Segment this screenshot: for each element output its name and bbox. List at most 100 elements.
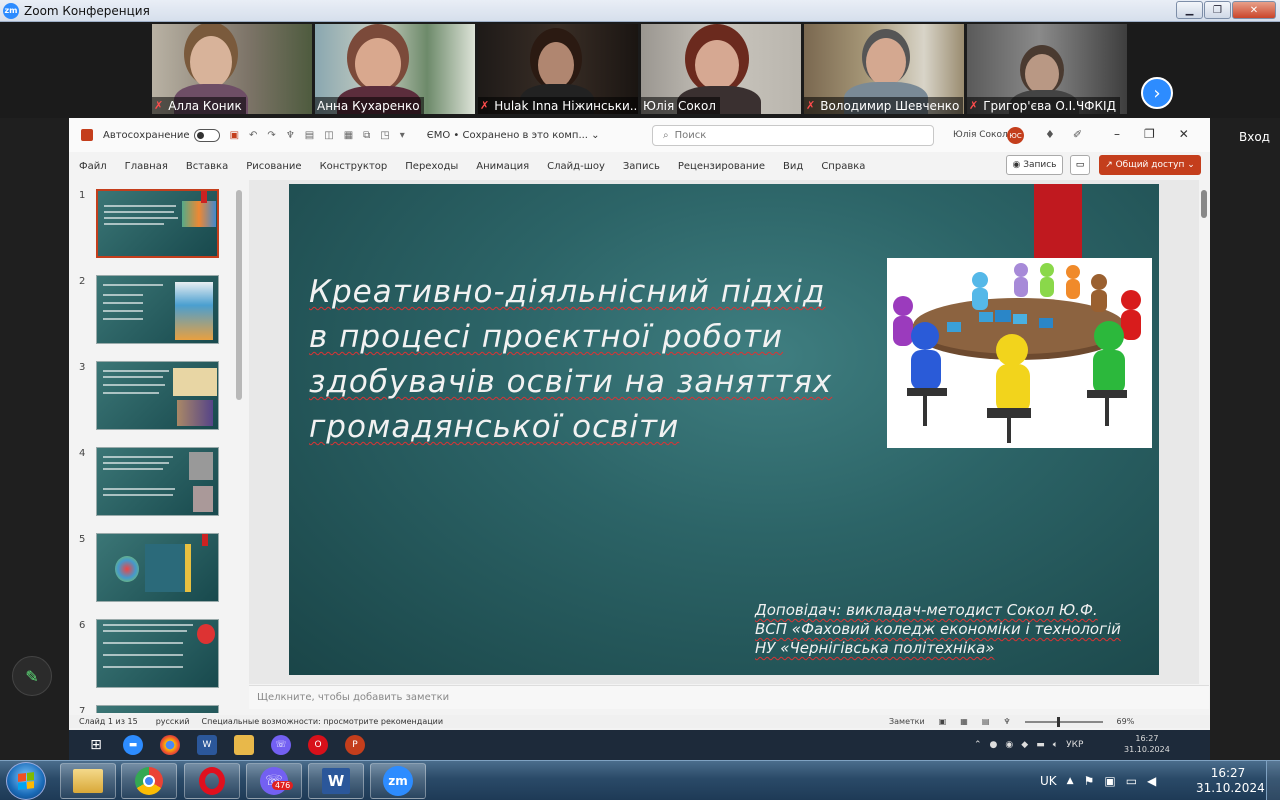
next-page-arrow-icon[interactable]: › xyxy=(1141,77,1173,109)
search-input[interactable]: ⌕ Поиск xyxy=(652,125,934,146)
close-button[interactable]: ✕ xyxy=(1232,1,1276,19)
taskbar-chrome[interactable] xyxy=(121,763,177,799)
viber-icon[interactable]: ☏ xyxy=(271,735,291,755)
tray-chevron-icon[interactable]: ⌃ xyxy=(974,740,982,750)
ppt-minimize-button[interactable]: – xyxy=(1114,127,1120,141)
sorter-view-icon[interactable]: ▦ xyxy=(960,717,968,726)
slide-scrollbar[interactable] xyxy=(1199,180,1209,670)
powerpoint-taskbar-icon[interactable]: P xyxy=(345,735,365,755)
current-slide[interactable]: Креативно-діяльнісний підхід в процесі п… xyxy=(289,184,1159,675)
taskbar-viber[interactable]: ☏ 476 xyxy=(246,763,302,799)
language-indicator[interactable]: UK xyxy=(1040,774,1057,788)
notes-toggle-button[interactable]: Заметки xyxy=(889,717,925,726)
tray-app-icon[interactable]: ▣ xyxy=(1104,774,1115,788)
tab-file[interactable]: Файл xyxy=(79,161,107,172)
share-button[interactable]: ↗ Общий доступ ⌄ xyxy=(1099,155,1201,175)
taskbar-explorer[interactable] xyxy=(60,763,116,799)
zoom-app-icon[interactable]: ▬ xyxy=(123,735,143,755)
clock[interactable]: 16:27 31.10.2024 xyxy=(1196,766,1265,796)
tray-wifi-icon[interactable]: ▬ xyxy=(1036,740,1045,750)
tray-mic-icon[interactable]: ● xyxy=(990,740,998,750)
participant-tile[interactable]: ✗ Hulak Inna Ніжинськи... xyxy=(478,24,638,114)
tab-animations[interactable]: Анимация xyxy=(476,161,529,172)
tray-app-icon[interactable]: ◉ xyxy=(1005,740,1013,750)
start-button[interactable] xyxy=(6,762,46,800)
explorer-icon[interactable] xyxy=(234,735,254,755)
tray-expand-icon[interactable]: ▲ xyxy=(1067,776,1074,786)
avatar[interactable]: ЮС xyxy=(1007,127,1024,144)
accessibility-status[interactable]: Специальные возможности: просмотрите рек… xyxy=(202,717,444,726)
slide-footer-text[interactable]: Доповідач: викладач-методист Сокол Ю.Ф. … xyxy=(755,601,1121,658)
tray-shield-icon[interactable]: ◆ xyxy=(1021,740,1028,750)
ppt-close-button[interactable]: ✕ xyxy=(1179,127,1189,141)
slideshow-view-icon[interactable]: ♆ xyxy=(1003,717,1010,726)
participant-tile[interactable]: Юлія Сокол xyxy=(641,24,801,114)
undo-icon[interactable]: ↶ xyxy=(249,130,257,141)
slide-thumbnail[interactable] xyxy=(96,619,219,688)
tab-slideshow[interactable]: Слайд-шоу xyxy=(547,161,605,172)
tab-insert[interactable]: Вставка xyxy=(186,161,228,172)
document-name[interactable]: ЄМО • Сохранено в это комп... ⌄ xyxy=(427,130,600,141)
comments-button[interactable]: ▭ xyxy=(1070,155,1090,175)
slide-thumbnail[interactable] xyxy=(96,533,219,602)
autosave-toggle[interactable] xyxy=(193,128,220,142)
format-icon[interactable]: ♆ xyxy=(286,130,295,141)
copy-icon[interactable]: ⧉ xyxy=(363,130,370,141)
thumbnails-scrollbar[interactable] xyxy=(236,182,243,706)
tab-record[interactable]: Запись xyxy=(623,161,660,172)
word-icon[interactable]: W xyxy=(197,735,217,755)
round-table-image[interactable] xyxy=(887,258,1152,448)
notes-input[interactable]: Щелкните, чтобы добавить заметки xyxy=(249,685,1209,709)
tab-design[interactable]: Конструктор xyxy=(320,161,388,172)
autosave[interactable]: Автосохранение xyxy=(103,128,220,142)
sign-in-link[interactable]: Вход xyxy=(1239,130,1270,144)
maximize-button[interactable]: ❐ xyxy=(1204,1,1231,19)
tab-review[interactable]: Рецензирование xyxy=(678,161,765,172)
redo-icon[interactable]: ↷ xyxy=(267,130,275,141)
ppt-restore-button[interactable]: ❐ xyxy=(1144,127,1155,141)
opera-icon[interactable]: O xyxy=(308,735,328,755)
zoom-slider[interactable] xyxy=(1024,716,1103,727)
save-icon[interactable]: ▣ xyxy=(230,130,239,141)
participant-tile[interactable]: ✗ Григор'єва О.І.ЧФКІД xyxy=(967,24,1127,114)
tab-home[interactable]: Главная xyxy=(125,161,168,172)
customize-icon[interactable]: ▾ xyxy=(400,130,405,141)
taskbar-zoom[interactable]: zm xyxy=(370,763,426,799)
slide-thumbnail[interactable] xyxy=(96,705,219,713)
reading-view-icon[interactable]: ▤ xyxy=(982,717,990,726)
participant-tile[interactable]: ✗ Володимир Шевченко xyxy=(804,24,964,114)
record-button[interactable]: ◉ Запись xyxy=(1006,155,1063,175)
layout-icon[interactable]: ▤ xyxy=(305,130,314,141)
slide-thumbnail[interactable] xyxy=(96,361,219,430)
pen-icon[interactable]: ✐ xyxy=(1073,128,1082,141)
volume-icon[interactable]: ◀︎ xyxy=(1147,774,1156,788)
windows-start-icon[interactable]: ⊞ xyxy=(86,735,106,755)
slide-title[interactable]: Креативно-діяльнісний підхід в процесі п… xyxy=(309,270,869,450)
participant-tile[interactable]: ✗ Алла Коник xyxy=(152,24,312,114)
chrome-icon[interactable] xyxy=(160,735,180,755)
tab-help[interactable]: Справка xyxy=(821,161,865,172)
tab-draw[interactable]: Рисование xyxy=(246,161,301,172)
slide-thumbnail[interactable] xyxy=(96,275,219,344)
flag-icon[interactable]: ⚑ xyxy=(1084,774,1095,788)
tab-transitions[interactable]: Переходы xyxy=(405,161,458,172)
taskbar-opera[interactable] xyxy=(184,763,240,799)
arrange-icon[interactable]: ▦ xyxy=(344,130,353,141)
remote-language[interactable]: УКР xyxy=(1066,740,1083,750)
shapes-icon[interactable]: ◫ xyxy=(324,130,333,141)
premium-icon[interactable]: ♦ xyxy=(1045,128,1055,141)
minimize-button[interactable]: ▁ xyxy=(1176,1,1203,19)
participant-tile-active-speaker[interactable]: Анна Кухаренко xyxy=(315,24,475,114)
show-desktop-button[interactable] xyxy=(1266,761,1280,800)
slide-thumbnail[interactable] xyxy=(96,447,219,516)
annotate-pen-icon[interactable]: ✎ xyxy=(12,656,52,696)
taskbar-word[interactable]: W xyxy=(308,763,364,799)
network-icon[interactable]: ▭ xyxy=(1126,774,1137,788)
language-indicator[interactable]: русский xyxy=(156,717,190,726)
tray-volume-icon[interactable]: 🔈︎ xyxy=(1053,740,1058,750)
tab-view[interactable]: Вид xyxy=(783,161,803,172)
zoom-level[interactable]: 69% xyxy=(1117,717,1135,726)
user-name[interactable]: Юлія Сокол xyxy=(953,130,1008,140)
insert-icon[interactable]: ◳ xyxy=(380,130,389,141)
normal-view-icon[interactable]: ▣ xyxy=(939,717,947,726)
